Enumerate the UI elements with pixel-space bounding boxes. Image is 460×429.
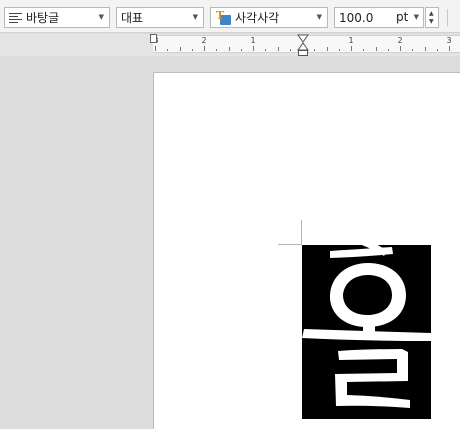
ruler-tick: [265, 49, 267, 51]
chevron-down-icon[interactable]: ▼: [193, 13, 198, 21]
left-margin-marker-icon[interactable]: [150, 34, 157, 44]
horizontal-ruler[interactable]: 321123: [0, 34, 460, 56]
text-area-corner-mark: [278, 244, 302, 245]
chevron-down-icon[interactable]: ▼: [99, 13, 104, 21]
font-name-value: 사각사각: [235, 11, 280, 25]
paragraph-style-combo[interactable]: 바탕글 ▼: [4, 7, 110, 28]
ruler-tick: [216, 49, 218, 51]
ruler-tick: [204, 46, 205, 51]
ruler-tick: [253, 46, 254, 51]
ruler-label: 2: [201, 36, 207, 45]
font-language-combo[interactable]: 대표 ▼: [116, 7, 204, 28]
font-type-icon: T: [215, 9, 231, 26]
font-size-unit: pt: [396, 10, 409, 24]
ruler-tick: [314, 49, 316, 51]
selected-character-highlight[interactable]: [302, 233, 431, 419]
font-size-combo[interactable]: 100.0 pt ▼: [334, 7, 424, 28]
ruler-tick: [326, 47, 328, 51]
toolbar-divider: [447, 9, 448, 26]
spin-up-icon[interactable]: ▲: [429, 10, 434, 17]
formatting-toolbar: 바탕글 ▼ 대표 ▼ T 사각사각 ▼ 100.0 pt ▼ ▲ ▼: [0, 0, 460, 33]
ruler-label: 1: [348, 36, 354, 45]
ruler-tick: [400, 46, 401, 51]
ruler-tick: [387, 49, 389, 51]
ruler-tick: [424, 47, 426, 51]
ruler-tick: [179, 47, 181, 51]
chevron-down-icon[interactable]: ▼: [414, 13, 419, 21]
font-name-combo[interactable]: T 사각사각 ▼: [210, 7, 328, 28]
ruler-label: 3: [446, 36, 452, 45]
ruler-tick: [436, 49, 438, 51]
ruler-label: 2: [397, 36, 403, 45]
text-area-corner-mark: [301, 220, 302, 245]
ruler-tick: [449, 46, 450, 51]
ruler-tick: [338, 49, 340, 51]
font-size-spinner[interactable]: ▲ ▼: [425, 7, 439, 28]
ruler-tick: [228, 47, 230, 51]
ruler-tick: [289, 49, 291, 51]
font-language-value: 대표: [121, 11, 144, 25]
ruler-tick: [277, 47, 279, 51]
font-size-value[interactable]: 100.0: [335, 11, 373, 25]
ruler-tick: [375, 47, 377, 51]
hangul-glyph: [302, 233, 431, 408]
ruler-tick: [351, 46, 352, 51]
ruler-tick: [155, 46, 156, 51]
ruler-label: 1: [250, 36, 256, 45]
ruler-tick: [191, 49, 193, 51]
paragraph-style-value: 바탕글: [26, 11, 60, 25]
spin-down-icon[interactable]: ▼: [429, 18, 434, 25]
ruler-tick: [412, 49, 414, 51]
ruler-tick: [167, 49, 169, 51]
paragraph-style-icon: [9, 12, 22, 24]
chevron-down-icon[interactable]: ▼: [317, 13, 322, 21]
indent-marker-icon[interactable]: [297, 34, 309, 56]
ruler-tick: [363, 49, 365, 51]
ruler-tick: [240, 49, 242, 51]
